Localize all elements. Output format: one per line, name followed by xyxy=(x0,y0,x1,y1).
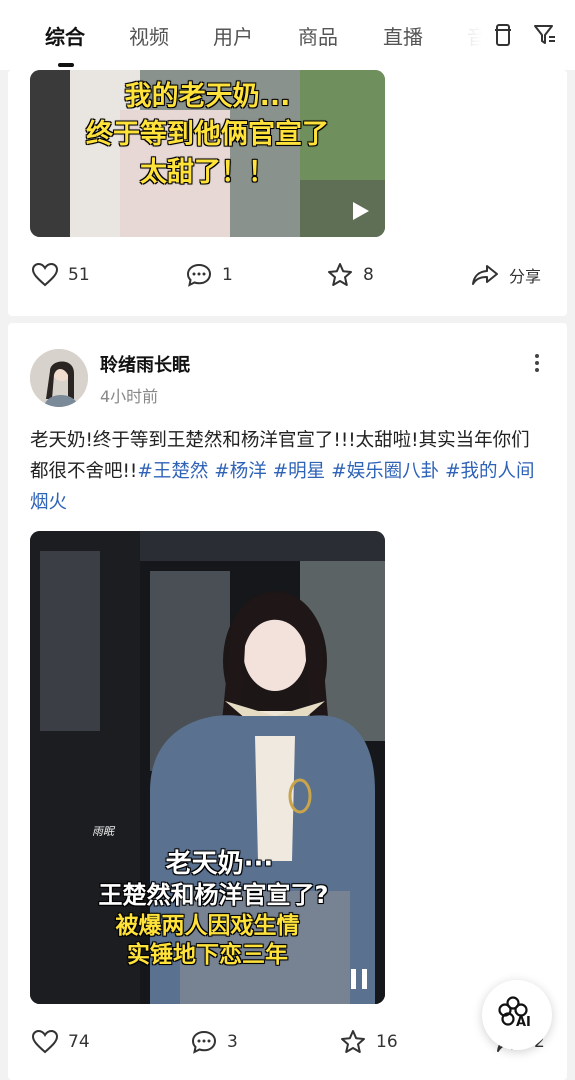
post-text: 老天奶!终于等到王楚然和杨洋官宣了!!!太甜啦!其实当年你们都很不舍吧!!#王楚… xyxy=(30,425,545,518)
like-count: 74 xyxy=(68,1032,90,1052)
caption-line: 实锤地下恋三年 xyxy=(127,942,288,968)
favorite-count: 8 xyxy=(363,265,374,285)
video-thumbnail[interactable]: 我的老天奶... 终于等到他俩官宣了 太甜了！！ xyxy=(30,70,385,237)
post-actions: 74 3 16 2 xyxy=(8,1027,567,1057)
active-tab-indicator xyxy=(58,63,74,67)
star-icon xyxy=(340,1029,366,1055)
share-label: 分享 xyxy=(509,267,542,286)
video-thumbnail[interactable]: 雨眠 老天奶··· 王楚然和杨洋官宣了? 被爆两人因戏生情 实锤地下恋三年 xyxy=(30,531,385,1004)
play-icon[interactable] xyxy=(349,200,371,226)
post-card: 我的老天奶... 终于等到他俩官宣了 太甜了！！ 51 1 8 分享 xyxy=(8,70,567,316)
heart-icon xyxy=(32,263,58,287)
avatar[interactable] xyxy=(30,349,88,407)
more-options-icon[interactable] xyxy=(529,351,545,377)
heart-icon xyxy=(32,1030,58,1054)
tab-comprehensive[interactable]: 综合 xyxy=(45,22,85,52)
favorite-button[interactable]: 8 xyxy=(327,260,374,290)
filter-icon[interactable] xyxy=(532,22,558,48)
ai-label: AI xyxy=(516,1015,531,1030)
hashtag-link[interactable]: #明星 xyxy=(273,461,326,482)
favorite-count: 16 xyxy=(376,1032,398,1052)
caption-line: 太甜了！！ xyxy=(140,157,275,188)
share-icon xyxy=(471,263,499,287)
tab-products[interactable]: 商品 xyxy=(298,22,338,52)
like-button[interactable]: 74 xyxy=(32,1027,90,1057)
tab-video[interactable]: 视频 xyxy=(129,22,169,52)
pause-icon[interactable] xyxy=(348,967,370,995)
comment-icon xyxy=(191,1030,217,1054)
watermark-signature: 雨眠 xyxy=(92,825,114,838)
post-time: 4小时前 xyxy=(100,387,159,406)
share-button[interactable]: 分享 xyxy=(471,260,541,290)
like-button[interactable]: 51 xyxy=(32,260,90,290)
hashtag-link[interactable]: #王楚然 xyxy=(137,461,208,482)
comment-button[interactable]: 3 xyxy=(191,1027,238,1057)
author-name[interactable]: 聆绪雨长眠 xyxy=(100,351,190,377)
search-tab-bar: 综合 视频 用户 商品 直播 音 xyxy=(0,0,575,70)
tab-fade-mask xyxy=(450,14,490,58)
comment-button[interactable]: 1 xyxy=(186,260,233,290)
favorite-button[interactable]: 16 xyxy=(340,1027,398,1057)
tab-users[interactable]: 用户 xyxy=(213,22,253,52)
tab-live[interactable]: 直播 xyxy=(383,22,423,52)
comment-count: 3 xyxy=(227,1032,238,1052)
star-icon xyxy=(327,262,353,288)
caption-line: 王楚然和杨洋官宣了? xyxy=(98,881,329,909)
post-actions: 51 1 8 分享 xyxy=(8,260,567,290)
caption-line: 我的老天奶... xyxy=(124,81,291,112)
post-card: 聆绪雨长眠 4小时前 老天奶!终于等到王楚然和杨洋官宣了!!!太甜啦!其实当年你… xyxy=(8,323,567,1080)
ai-assistant-button[interactable]: AI xyxy=(482,980,552,1050)
like-count: 51 xyxy=(68,265,90,285)
caption-line: 终于等到他俩官宣了 xyxy=(86,119,329,150)
hashtag-link[interactable]: #娱乐圈八卦 xyxy=(331,461,439,482)
comment-icon xyxy=(186,263,212,287)
hashtag-link[interactable]: #杨洋 xyxy=(214,461,267,482)
comment-count: 1 xyxy=(222,265,233,285)
view-toggle-icon[interactable] xyxy=(490,22,516,48)
